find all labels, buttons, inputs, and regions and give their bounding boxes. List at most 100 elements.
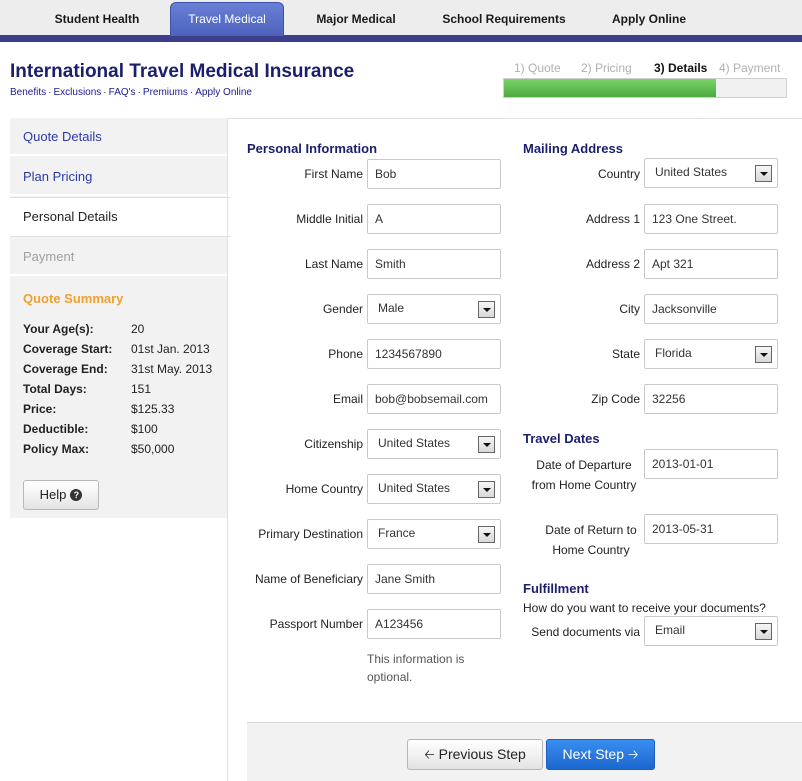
address2-input[interactable]: Apt 321: [644, 249, 778, 279]
passport-label: Passport Number: [269, 617, 363, 631]
question-circle-icon: ?: [70, 489, 83, 501]
mailing-address-title: Mailing Address: [523, 141, 623, 156]
beneficiary-label: Name of Beneficiary: [254, 572, 363, 586]
gender-select[interactable]: Male: [367, 294, 501, 324]
country-select[interactable]: United States: [644, 158, 778, 188]
summary-key: Price:: [23, 402, 57, 416]
primary-destination-select[interactable]: France: [367, 519, 501, 549]
summary-value: 31st May. 2013: [131, 362, 213, 376]
tab-travel-medical[interactable]: Travel Medical: [170, 2, 284, 36]
chevron-down-icon: [478, 526, 495, 543]
state-label: State: [611, 347, 640, 361]
summary-key: Deductible:: [23, 422, 89, 436]
previous-step-label: Previous Step: [438, 746, 526, 762]
zip-input[interactable]: 32256: [644, 384, 778, 414]
sidebar-item-plan-pricing[interactable]: Plan Pricing: [10, 158, 227, 196]
summary-value: $50,000: [131, 442, 175, 456]
send-via-label: Send documents via: [531, 625, 640, 639]
sidebar-item-quote-details[interactable]: Quote Details: [10, 118, 227, 156]
tab-travel-medical-label: Travel Medical: [188, 12, 266, 26]
step-details: 3) Details: [654, 61, 708, 75]
email-input[interactable]: bob@bobsemail.com: [367, 384, 501, 414]
return-date-input[interactable]: 2013-05-31: [644, 514, 778, 544]
primary-destination-label: Primary Destination: [258, 527, 363, 541]
help-button[interactable]: Help?: [23, 480, 99, 510]
return-date-label: Date of Return to Home Country: [545, 523, 637, 557]
citizenship-label: Citizenship: [304, 437, 363, 451]
summary-key: Coverage End:: [23, 362, 108, 376]
summary-key: Your Age(s):: [23, 322, 94, 336]
progress-bar: [503, 78, 787, 98]
link-separator: ·: [103, 87, 107, 98]
middle-initial-label: Middle Initial: [296, 212, 363, 226]
summary-value: 20: [131, 322, 145, 336]
country-value: United States: [655, 165, 728, 179]
state-value: Florida: [655, 346, 692, 360]
link-premiums[interactable]: Premiums: [143, 87, 188, 98]
progress-bar-fill: [504, 79, 716, 97]
personal-info-title: Personal Information: [247, 141, 378, 156]
address1-label: Address 1: [585, 212, 640, 226]
header-links: Benefits · Exclusions · FAQ's · Premiums · Apply…: [10, 87, 252, 98]
phone-input[interactable]: 1234567890: [367, 339, 501, 369]
tab-school-requirements[interactable]: School Requirements: [428, 3, 580, 35]
passport-note: This information is optional.: [367, 652, 465, 684]
first-name-input[interactable]: Bob: [367, 159, 501, 189]
step-quote: 1) Quote: [514, 61, 561, 75]
departure-date-label: Date of Departure from Home Country: [531, 458, 637, 492]
help-label: Help: [39, 487, 67, 502]
link-separator: ·: [137, 87, 141, 98]
top-nav: Student Health Travel Medical Major Medi…: [0, 0, 802, 42]
country-label: Country: [597, 167, 640, 181]
state-select[interactable]: Florida: [644, 339, 778, 369]
link-exclusions[interactable]: Exclusions: [53, 87, 101, 98]
summary-key: Total Days:: [23, 382, 87, 396]
send-via-select[interactable]: Email: [644, 616, 778, 646]
previous-step-button[interactable]: 🡠 Previous Step: [407, 739, 543, 770]
departure-date-input[interactable]: 2013-01-01: [644, 449, 778, 479]
summary-key: Coverage Start:: [23, 342, 113, 356]
sidebar-item-payment: Payment: [10, 238, 227, 276]
sidebar-item-personal-details[interactable]: Personal Details: [10, 197, 230, 237]
gender-value: Male: [378, 301, 405, 315]
chevron-down-icon: [755, 623, 772, 640]
tab-apply-online[interactable]: Apply Online: [594, 3, 704, 35]
chevron-down-icon: [478, 436, 495, 453]
tab-student-health[interactable]: Student Health: [30, 3, 164, 35]
address1-input[interactable]: 123 One Street.: [644, 204, 778, 234]
citizenship-select[interactable]: United States: [367, 429, 501, 459]
home-country-select[interactable]: United States: [367, 474, 501, 504]
next-step-button[interactable]: Next Step 🡢: [546, 739, 655, 770]
city-input[interactable]: Jacksonville: [644, 294, 778, 324]
chevron-down-icon: [755, 346, 772, 363]
tab-major-medical[interactable]: Major Medical: [297, 3, 415, 35]
link-benefits[interactable]: Benefits: [10, 87, 46, 98]
city-label: City: [619, 302, 640, 316]
next-step-label: Next Step: [562, 746, 625, 762]
sidebar: Quote Details Plan Pricing Personal Deta…: [10, 118, 230, 518]
citizenship-value: United States: [378, 436, 451, 450]
last-name-label: Last Name: [304, 257, 363, 271]
fulfillment-question: How do you want to receive your document…: [523, 601, 766, 615]
link-faqs[interactable]: FAQ's: [109, 87, 136, 98]
page-title: International Travel Medical Insurance: [10, 61, 355, 82]
travel-dates-title: Travel Dates: [523, 431, 600, 446]
summary-value: $100: [131, 422, 158, 436]
email-label: Email: [332, 392, 363, 406]
arrow-left-icon: 🡠: [424, 747, 435, 762]
chevron-down-icon: [478, 301, 495, 318]
last-name-input[interactable]: Smith: [367, 249, 501, 279]
address2-label: Address 2: [585, 257, 640, 271]
passport-input[interactable]: A123456: [367, 609, 501, 639]
summary-value: 151: [131, 382, 152, 396]
link-apply-online[interactable]: Apply Online: [195, 87, 252, 98]
beneficiary-input[interactable]: Jane Smith: [367, 564, 501, 594]
summary-key: Policy Max:: [23, 442, 90, 456]
home-country-value: United States: [378, 481, 451, 495]
gender-label: Gender: [322, 302, 363, 316]
home-country-label: Home Country: [285, 482, 363, 496]
summary-value: 01st Jan. 2013: [131, 342, 210, 356]
first-name-label: First Name: [304, 167, 363, 181]
arrow-right-icon: 🡢: [627, 747, 639, 762]
middle-initial-input[interactable]: A: [367, 204, 501, 234]
